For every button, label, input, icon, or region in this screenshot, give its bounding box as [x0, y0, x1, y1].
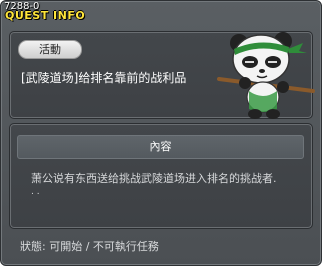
description-continuation: . .: [31, 187, 40, 197]
quest-info-window: 7288-0 QUEST INFO 活動 [武陵道场]给排名靠前的战利品 內容: [0, 0, 322, 266]
quest-title: [武陵道场]给排名靠前的战利品: [21, 71, 187, 85]
quest-category-badge: 活動: [18, 40, 82, 59]
window-title: QUEST INFO: [5, 9, 86, 22]
panda-warrior-icon: [217, 32, 315, 119]
quest-status: 狀態: 可開始 / 不可執行任務: [20, 240, 159, 253]
quest-description: 萧公说有东西送给挑战武陵道场进入排名的挑战者.: [31, 172, 277, 185]
content-section-header: 內容: [17, 135, 304, 159]
